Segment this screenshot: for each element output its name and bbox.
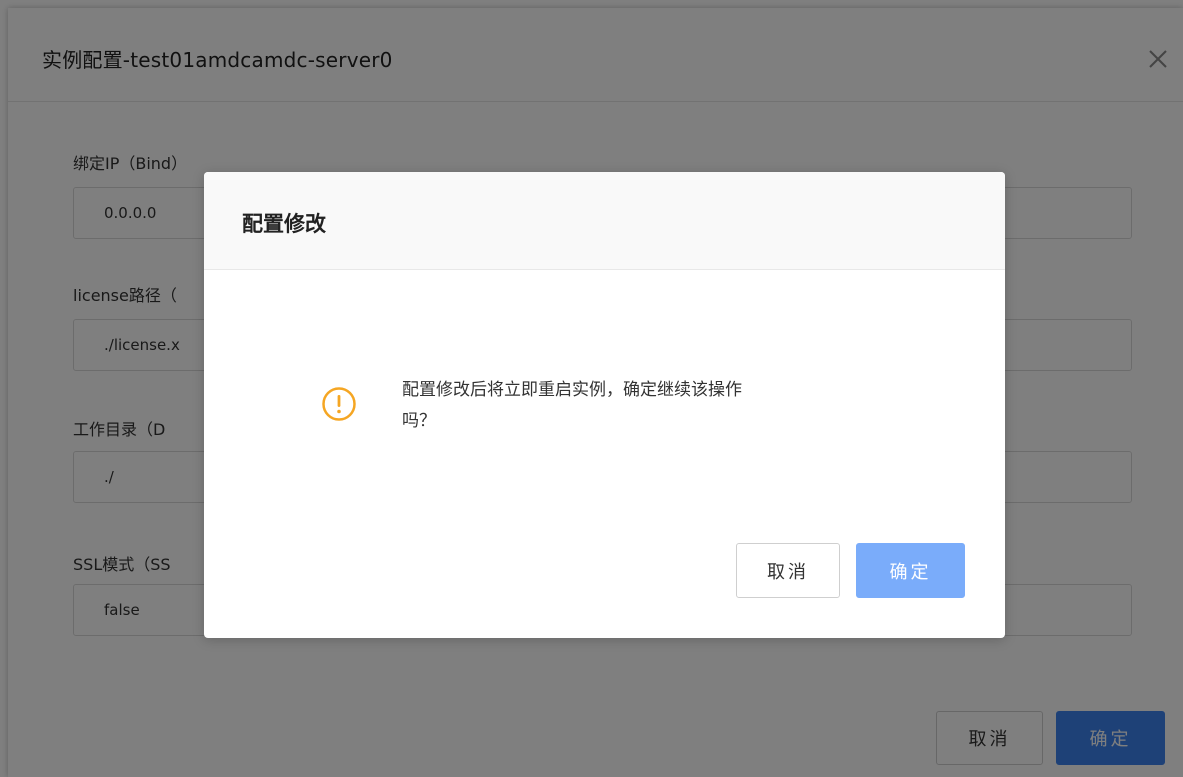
modal-message: 配置修改后将立即重启实例，确定继续该操作 吗？ <box>402 375 922 437</box>
modal-header: 配置修改 <box>204 172 1005 270</box>
confirm-modal: 配置修改 配置修改后将立即重启实例，确定继续该操作 吗？ 取消 确定 <box>204 172 1005 638</box>
modal-title: 配置修改 <box>242 212 326 236</box>
modal-message-line1: 配置修改后将立即重启实例，确定继续该操作 <box>402 380 742 400</box>
modal-confirm-button[interactable]: 确定 <box>856 543 965 598</box>
modal-message-line2: 吗？ <box>402 411 436 431</box>
warning-circle-icon <box>322 387 356 421</box>
modal-cancel-button[interactable]: 取消 <box>736 543 840 598</box>
